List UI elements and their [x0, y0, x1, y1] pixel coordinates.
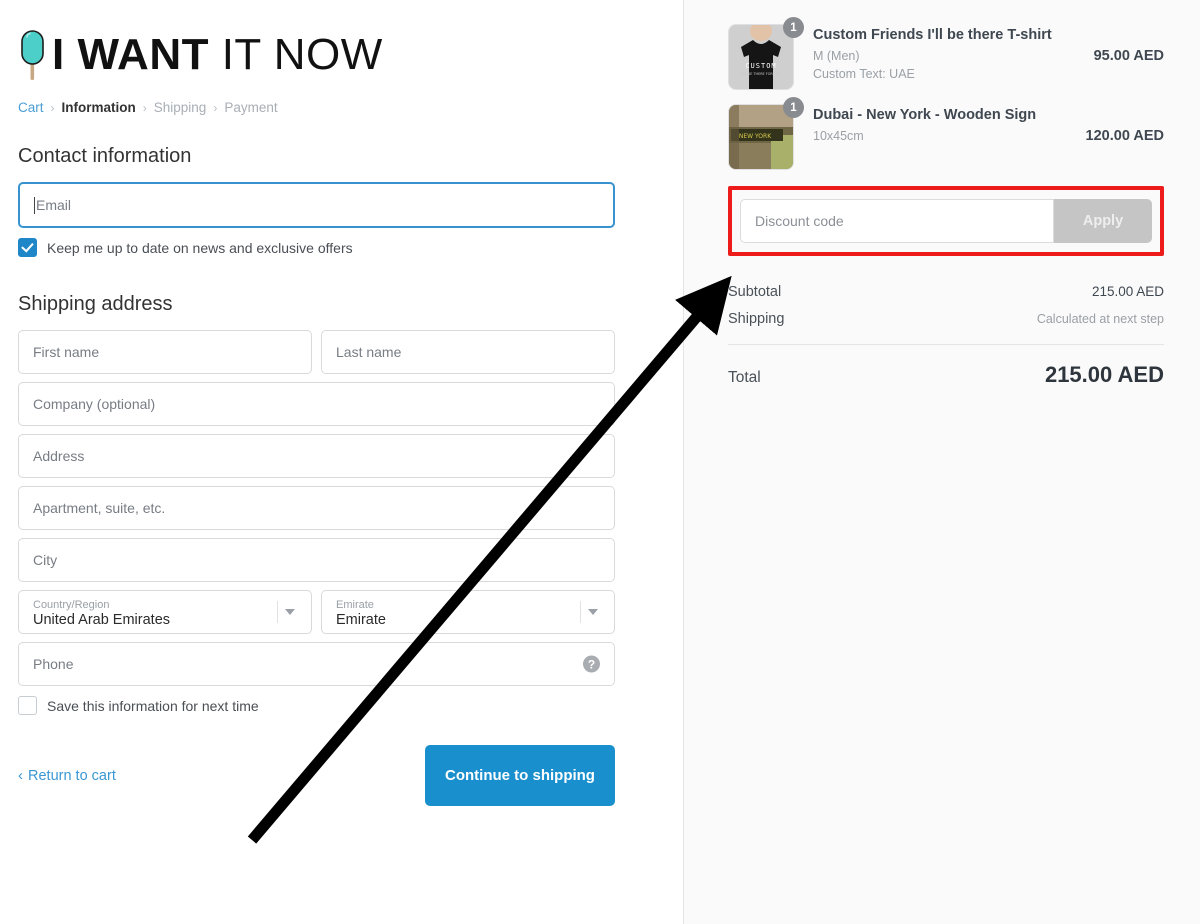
subtotal-value: 215.00 AED: [1091, 284, 1164, 299]
address-field[interactable]: Address: [18, 434, 615, 478]
chevron-right-icon: ›: [213, 100, 218, 115]
subtotal-row: Subtotal 215.00 AED: [728, 284, 1164, 300]
breadcrumb-item-cart[interactable]: Cart: [18, 100, 44, 115]
newsletter-checkbox[interactable]: [18, 238, 37, 257]
svg-text:NEW YORK: NEW YORK: [739, 133, 772, 140]
brand-name: I WANT IT NOW: [52, 33, 383, 77]
discount-code-highlight: Discount code Apply: [728, 186, 1164, 256]
svg-text:CUSTOM: CUSTOM: [745, 62, 776, 70]
checkout-page: I WANT IT NOW Cart › Information › Shipp…: [0, 0, 1200, 924]
last-name-field[interactable]: Last name: [321, 330, 615, 374]
order-item-variant: M (Men): [813, 49, 860, 64]
email-placeholder: Email: [36, 197, 72, 213]
city-field[interactable]: City: [18, 538, 615, 582]
order-item-title: Dubai - New York - Wooden Sign: [813, 107, 1037, 123]
phone-field[interactable]: Phone ?: [18, 642, 615, 686]
quantity-badge: 1: [783, 17, 804, 38]
country-region-label: Country/Region: [33, 598, 110, 611]
return-to-cart-label: Return to cart: [28, 767, 116, 784]
popsicle-icon: [18, 28, 48, 82]
chevron-down-icon[interactable]: [277, 601, 301, 623]
order-item-info: Dubai - New York - Wooden Sign 10x45cm: [796, 104, 1086, 145]
newsletter-checkbox-row[interactable]: Keep me up to date on news and exclusive…: [18, 238, 665, 257]
total-value: 215.00 AED: [1044, 362, 1164, 387]
newsletter-label: Keep me up to date on news and exclusive…: [47, 239, 353, 256]
country-region-value: United Arab Emirates: [33, 612, 171, 629]
order-item-price: 120.00 AED: [1085, 128, 1164, 144]
subtotal-label: Subtotal: [728, 284, 782, 300]
emirate-value: Emirate: [336, 612, 386, 629]
form-actions: ‹ Return to cart Continue to shipping: [18, 745, 615, 806]
name-field-row: First name Last name: [18, 330, 665, 382]
text-caret: [34, 196, 35, 214]
wooden-sign-photo: NEW YORK: [728, 104, 794, 170]
first-name-field[interactable]: First name: [18, 330, 312, 374]
apartment-placeholder: Apartment, suite, etc.: [33, 500, 166, 516]
shipping-row: Shipping Calculated at next step: [728, 311, 1164, 327]
company-placeholder: Company (optional): [33, 396, 156, 412]
last-name-placeholder: Last name: [336, 344, 402, 360]
breadcrumb-item-shipping: Shipping: [153, 100, 207, 115]
breadcrumb: Cart › Information › Shipping › Payment: [18, 100, 665, 115]
brand-logo[interactable]: I WANT IT NOW: [18, 26, 665, 84]
region-field-row: Country/Region United Arab Emirates Emir…: [18, 590, 665, 642]
country-region-select[interactable]: Country/Region United Arab Emirates: [18, 590, 312, 634]
discount-code-placeholder: Discount code: [755, 213, 844, 229]
brand-name-light: IT NOW: [208, 30, 383, 79]
brand-name-bold: I WANT: [52, 30, 209, 79]
quantity-badge: 1: [783, 97, 804, 118]
order-item-title: Custom Friends I'll be there T-shirt: [813, 27, 1052, 43]
product-thumbnail-wrap: CUSTOM I'LL BE THERE FOR YOU 1: [728, 17, 804, 90]
breadcrumb-item-payment: Payment: [224, 100, 278, 115]
return-to-cart-link[interactable]: ‹ Return to cart: [18, 768, 116, 784]
order-item-price: 95.00 AED: [1093, 48, 1164, 64]
apartment-field[interactable]: Apartment, suite, etc.: [18, 486, 615, 530]
order-item: CUSTOM I'LL BE THERE FOR YOU 1 Custom Fr…: [728, 17, 1164, 90]
chevron-right-icon: ›: [142, 100, 147, 115]
continue-to-shipping-button[interactable]: Continue to shipping: [425, 745, 615, 806]
shipping-address-title: Shipping address: [18, 293, 173, 315]
discount-code-input[interactable]: Discount code: [740, 199, 1054, 243]
order-totals: Subtotal 215.00 AED Shipping Calculated …: [728, 284, 1164, 388]
shipping-value: Calculated at next step: [1036, 312, 1164, 326]
total-row: Total 215.00 AED: [728, 362, 1164, 388]
breadcrumb-item-information[interactable]: Information: [62, 100, 136, 115]
city-placeholder: City: [33, 552, 58, 568]
save-info-checkbox-row[interactable]: Save this information for next time: [18, 696, 665, 715]
order-summary-panel: CUSTOM I'LL BE THERE FOR YOU 1 Custom Fr…: [684, 0, 1200, 924]
svg-text:I'LL BE THERE FOR YOU: I'LL BE THERE FOR YOU: [741, 72, 781, 76]
emirate-label: Emirate: [336, 598, 374, 611]
company-field[interactable]: Company (optional): [18, 382, 615, 426]
checkout-form-panel: I WANT IT NOW Cart › Information › Shipp…: [0, 0, 683, 924]
first-name-placeholder: First name: [33, 344, 100, 360]
save-info-label: Save this information for next time: [47, 697, 259, 714]
black-tshirt-photo: CUSTOM I'LL BE THERE FOR YOU: [728, 24, 794, 90]
chevron-left-icon: ‹: [18, 767, 23, 784]
order-item-custom-text: Custom Text: UAE: [813, 67, 915, 82]
chevron-right-icon: ›: [50, 100, 55, 115]
order-item-variant: 10x45cm: [813, 129, 864, 144]
save-info-checkbox[interactable]: [18, 696, 37, 715]
phone-placeholder: Phone: [33, 656, 74, 672]
total-label: Total: [728, 369, 761, 386]
apply-discount-button[interactable]: Apply: [1054, 199, 1152, 243]
emirate-select[interactable]: Emirate Emirate: [321, 590, 615, 634]
question-mark-icon[interactable]: ?: [583, 655, 600, 673]
product-thumbnail-wrap: NEW YORK 1: [728, 97, 804, 170]
chevron-down-icon[interactable]: [580, 601, 604, 623]
totals-divider: [728, 344, 1164, 345]
order-item-info: Custom Friends I'll be there T-shirt M (…: [796, 24, 1094, 83]
address-placeholder: Address: [33, 448, 85, 464]
email-field[interactable]: Email: [18, 182, 615, 228]
contact-information-title: Contact information: [18, 145, 192, 167]
shipping-label: Shipping: [728, 311, 785, 327]
order-item: NEW YORK 1 Dubai - New York - Wooden Sig…: [728, 97, 1164, 170]
